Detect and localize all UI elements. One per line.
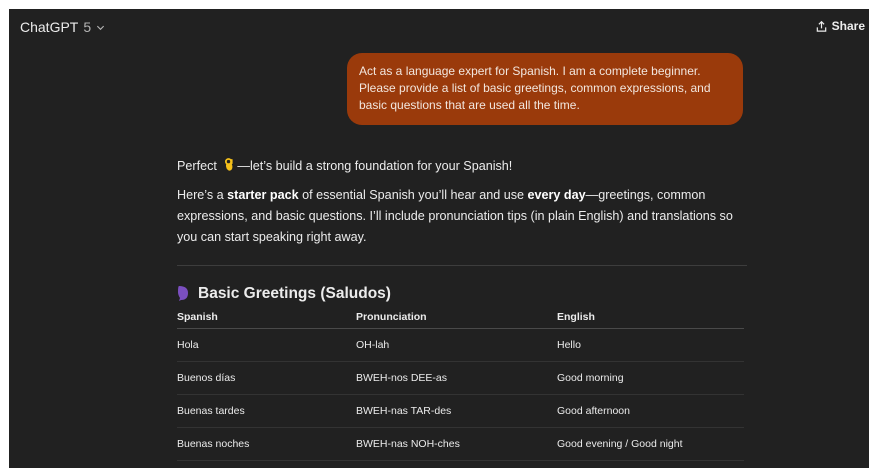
chat-window: ChatGPT 5 Share Act as a language expert… [9,9,869,468]
intro-text-end: —let’s build a strong foundation for you… [237,159,513,173]
model-switcher[interactable]: ChatGPT 5 [20,17,105,37]
table-cell: Buenos días [177,361,356,395]
para-text-1: Here’s a [177,188,228,202]
column-header: English [557,307,744,329]
table-cell: Buenas tardes [177,394,356,428]
greetings-table: Spanish Pronunciation English Hola OH-la… [177,307,744,461]
share-icon [816,20,826,32]
assistant-message: Perfect —let’s build a strong foundation… [177,156,747,461]
screenshot-frame: ChatGPT 5 Share Act as a language expert… [0,0,869,468]
column-header: Spanish [177,307,356,329]
table-cell: BWEH-nas NOH-ches [356,427,557,461]
para-text-2: of essential Spanish you’ll hear and use [298,188,528,202]
table-cell: Good afternoon [557,394,744,428]
table-cell: OH-lah [356,328,557,362]
table-cell: Good evening / Good night [557,427,744,461]
table-row: Hola OH-lah Hello [177,328,744,362]
table-header-row: Spanish Pronunciation English [177,307,744,329]
table-row: Buenas tardes BWEH-nas TAR-des Good afte… [177,394,744,428]
starter-paragraph: Here’s a starter pack of essential Spani… [177,185,747,248]
table-row: Buenos días BWEH-nos DEE-as Good morning [177,361,744,395]
user-message-bubble: Act as a language expert for Spanish. I … [347,53,743,125]
share-button[interactable]: Share [815,17,865,35]
table-cell: Buenas noches [177,427,356,461]
section-divider [177,265,747,266]
column-header: Pronunciation [356,307,557,329]
section-title: Basic Greetings (Saludos) [198,284,391,302]
table-cell: BWEH-nas TAR-des [356,394,557,428]
chevron-down-icon [97,25,105,30]
ok-hand-emoji-icon [225,158,234,171]
section-heading: Basic Greetings (Saludos) [177,281,747,305]
model-name: ChatGPT [20,19,79,35]
table-row: Buenas noches BWEH-nas NOH-ches Good eve… [177,427,744,461]
table-cell: BWEH-nos DEE-as [356,361,557,395]
model-version: 5 [83,19,92,35]
para-bold-1: starter pack [227,188,299,202]
share-label: Share [831,19,865,33]
speech-bubble-emoji-icon [178,285,188,301]
table-cell: Hola [177,328,356,362]
para-bold-2: every day [527,188,586,202]
table-cell: Good morning [557,361,744,395]
table-cell: Hello [557,328,744,362]
intro-line: Perfect —let’s build a strong foundation… [177,156,747,177]
intro-text-start: Perfect [177,159,217,173]
